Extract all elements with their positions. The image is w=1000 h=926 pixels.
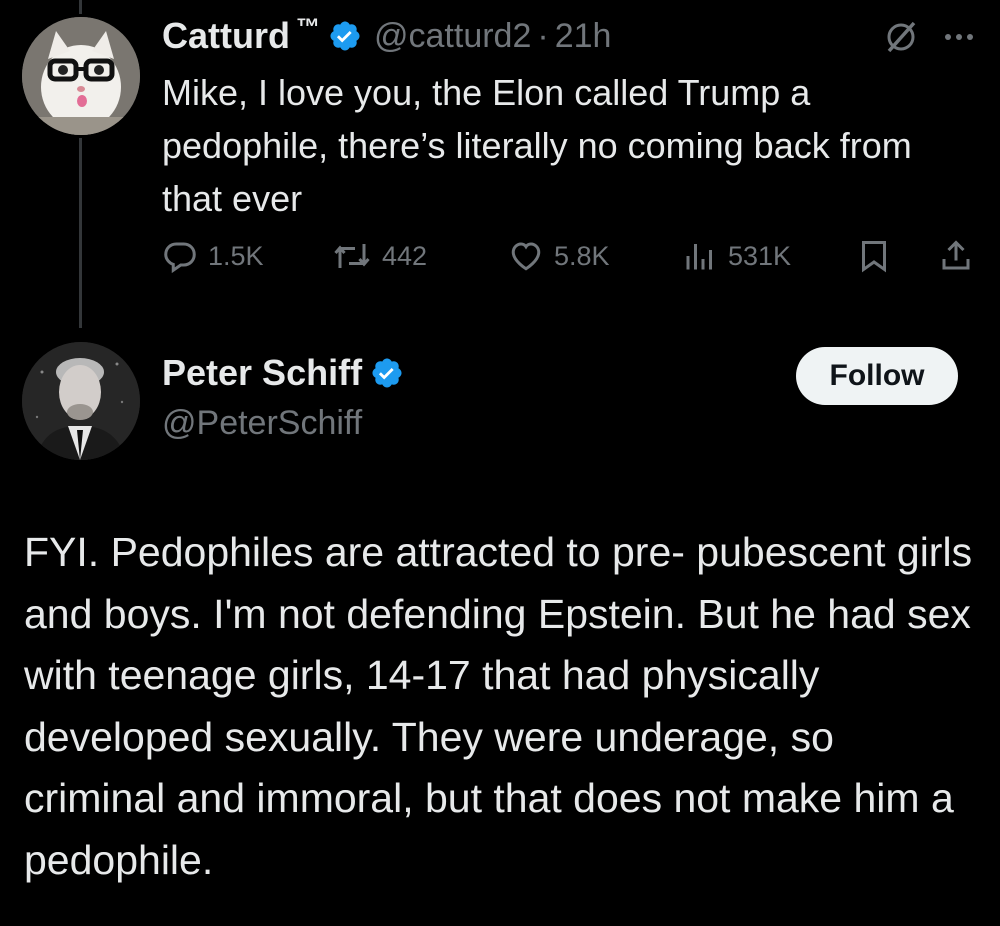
tweet1-timestamp[interactable]: 21h bbox=[555, 17, 612, 56]
thread-connector bbox=[79, 138, 82, 328]
verified-badge-icon bbox=[370, 356, 404, 390]
verified-badge-icon bbox=[328, 19, 362, 53]
tweet1-top-icons bbox=[884, 20, 974, 54]
repost-icon bbox=[332, 238, 372, 274]
like-count: 5.8K bbox=[554, 240, 610, 271]
reply-button[interactable]: 1.5K bbox=[162, 232, 264, 280]
bookmark-button[interactable] bbox=[856, 232, 892, 280]
follow-button[interactable]: Follow bbox=[796, 347, 958, 405]
tweet1-text: Mike, I love you, the Elon called Trump … bbox=[162, 72, 912, 219]
tweet2-header: Peter Schiff bbox=[162, 352, 404, 394]
views-icon bbox=[682, 238, 718, 274]
like-button[interactable]: 5.8K bbox=[508, 232, 610, 280]
catturd-avatar[interactable] bbox=[22, 17, 140, 135]
like-icon bbox=[508, 238, 544, 274]
tweet1-header: Catturd ™ @catturd2 · 21h bbox=[162, 12, 611, 60]
peter-schiff-avatar[interactable] bbox=[22, 342, 140, 460]
tweet1-handle[interactable]: @catturd2 bbox=[374, 17, 531, 56]
reply-count: 1.5K bbox=[208, 240, 264, 271]
share-button[interactable] bbox=[938, 232, 974, 280]
bookmark-icon bbox=[856, 238, 892, 274]
repost-button[interactable]: 442 bbox=[332, 232, 427, 280]
tweet2-handle[interactable]: @PeterSchiff bbox=[162, 404, 362, 443]
tweet1-action-bar: 1.5K 442 5.8K 531K bbox=[162, 232, 974, 280]
tweet2-text: FYI. Pedophiles are attracted to pre- pu… bbox=[24, 529, 973, 883]
more-icon[interactable] bbox=[944, 32, 974, 42]
share-icon bbox=[938, 238, 974, 274]
tweet1-trademark: ™ bbox=[296, 14, 320, 41]
tweet2-author-name[interactable]: Peter Schiff bbox=[162, 352, 362, 394]
views-count: 531K bbox=[728, 240, 792, 271]
reply-icon bbox=[162, 238, 198, 274]
repost-count: 442 bbox=[382, 240, 428, 271]
views-button[interactable]: 531K bbox=[682, 232, 791, 280]
grok-icon[interactable] bbox=[884, 20, 918, 54]
tweet1-separator: · bbox=[537, 16, 549, 55]
thread-connector-top bbox=[79, 0, 82, 14]
tweet1-author-name[interactable]: Catturd bbox=[162, 15, 290, 57]
